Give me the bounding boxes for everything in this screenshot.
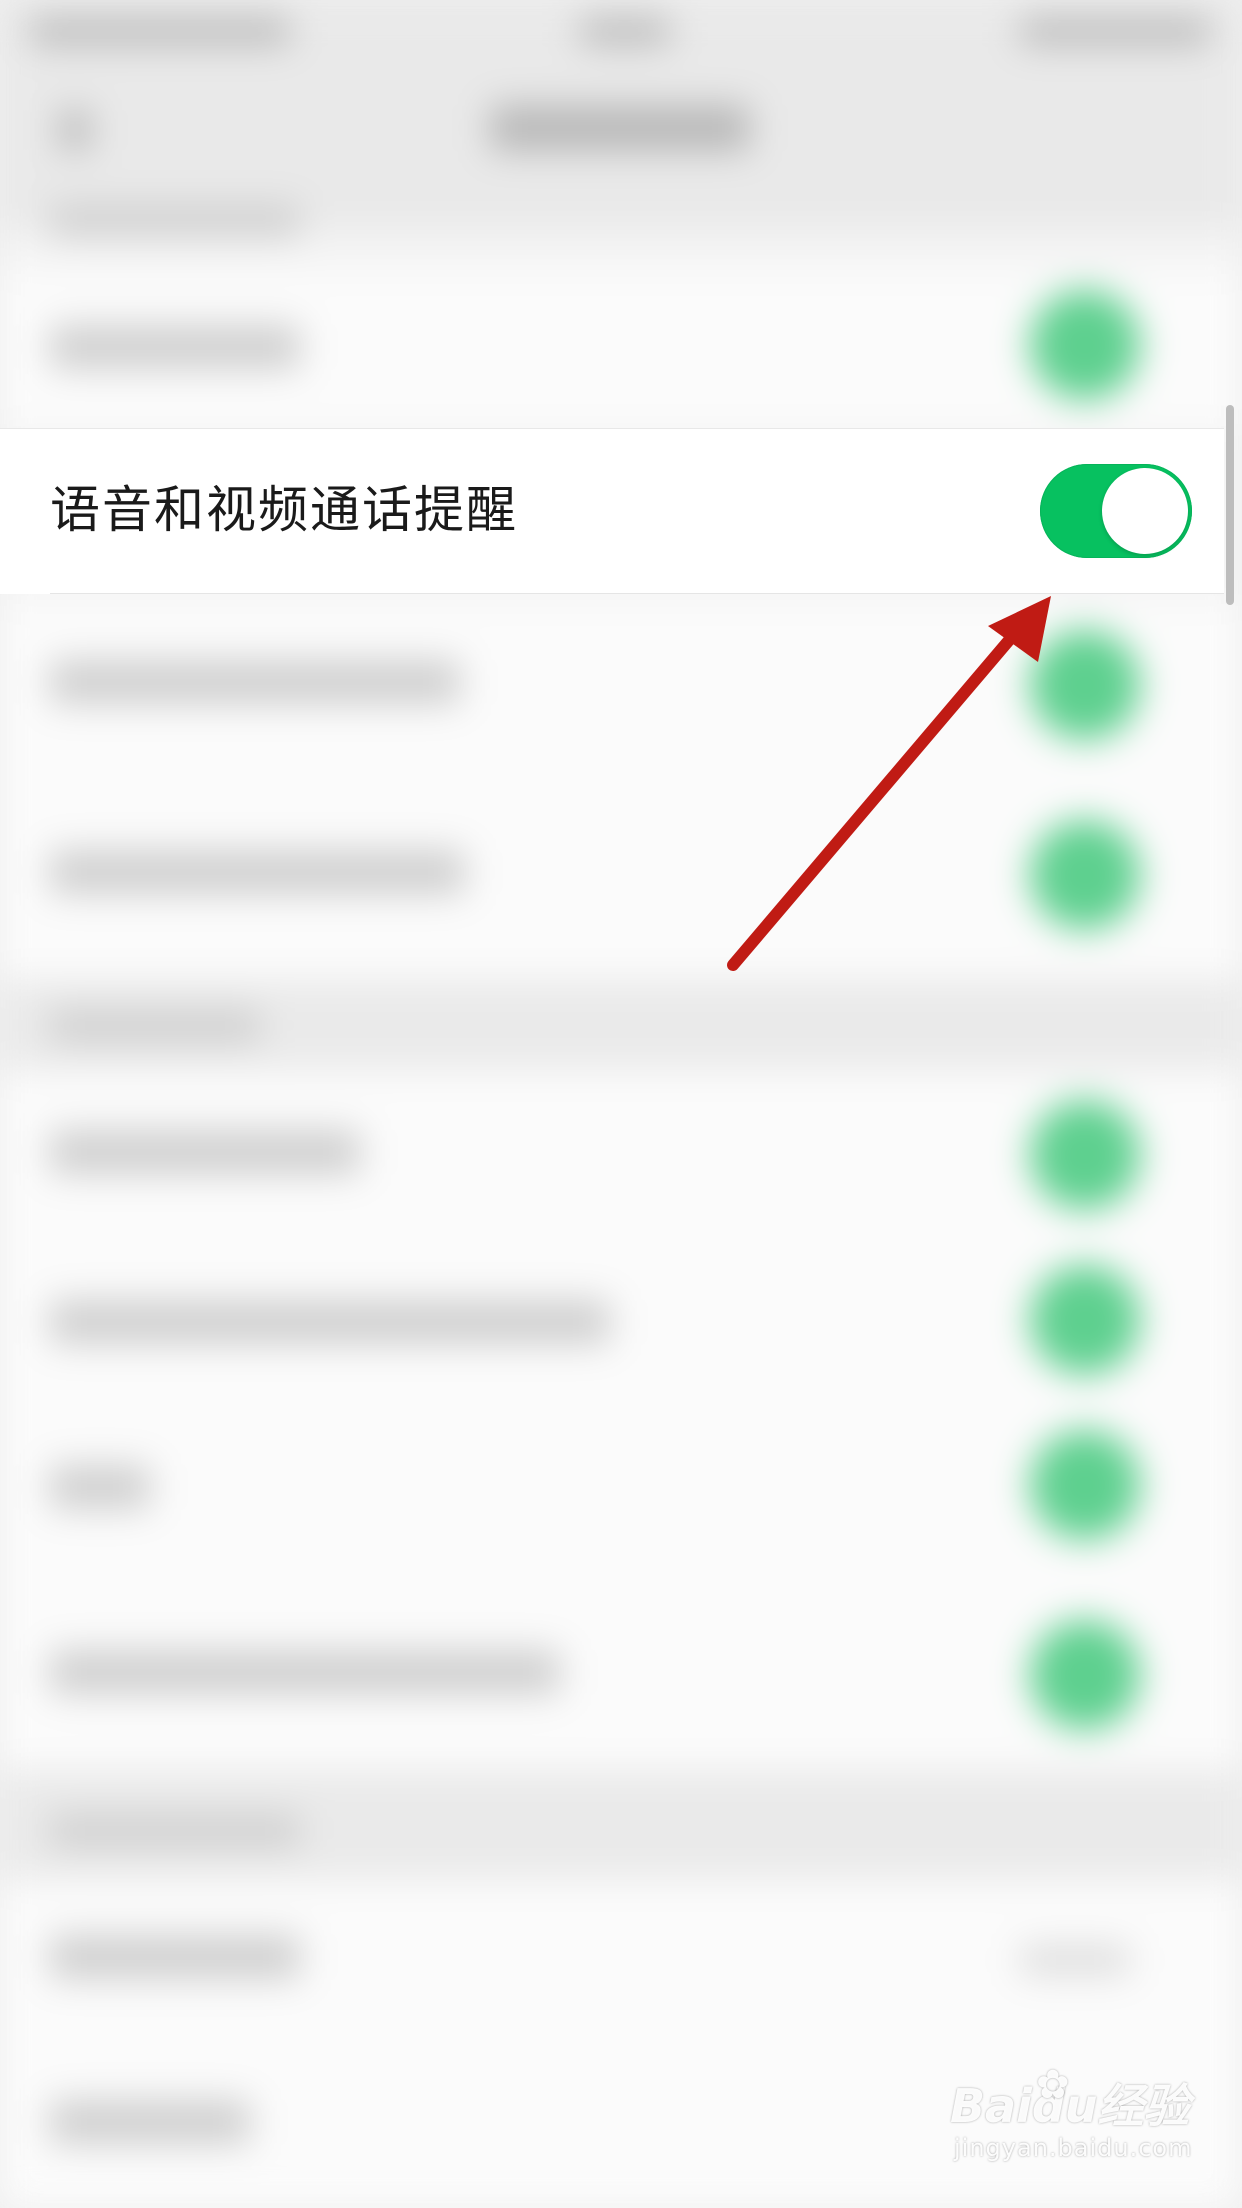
blurred-background <box>0 0 1242 2208</box>
scrollbar[interactable] <box>1226 405 1234 605</box>
settings-screen: 语音和视频通话提醒 Baidu经验 ✿ jingyan.baidu.com <box>0 0 1242 2208</box>
row-divider-bottom <box>50 593 1224 594</box>
paw-icon: ✿ <box>1036 2062 1070 2108</box>
voice-video-call-reminder-row[interactable]: 语音和视频通话提醒 <box>0 428 1224 594</box>
voice-video-call-toggle[interactable] <box>1040 464 1192 558</box>
watermark-url: jingyan.baidu.com <box>954 2134 1193 2162</box>
setting-label: 语音和视频通话提醒 <box>50 481 518 539</box>
row-divider-top <box>0 428 1224 429</box>
baidu-watermark: Baidu经验 ✿ jingyan.baidu.com <box>950 2062 1220 2190</box>
toggle-knob <box>1102 468 1188 554</box>
